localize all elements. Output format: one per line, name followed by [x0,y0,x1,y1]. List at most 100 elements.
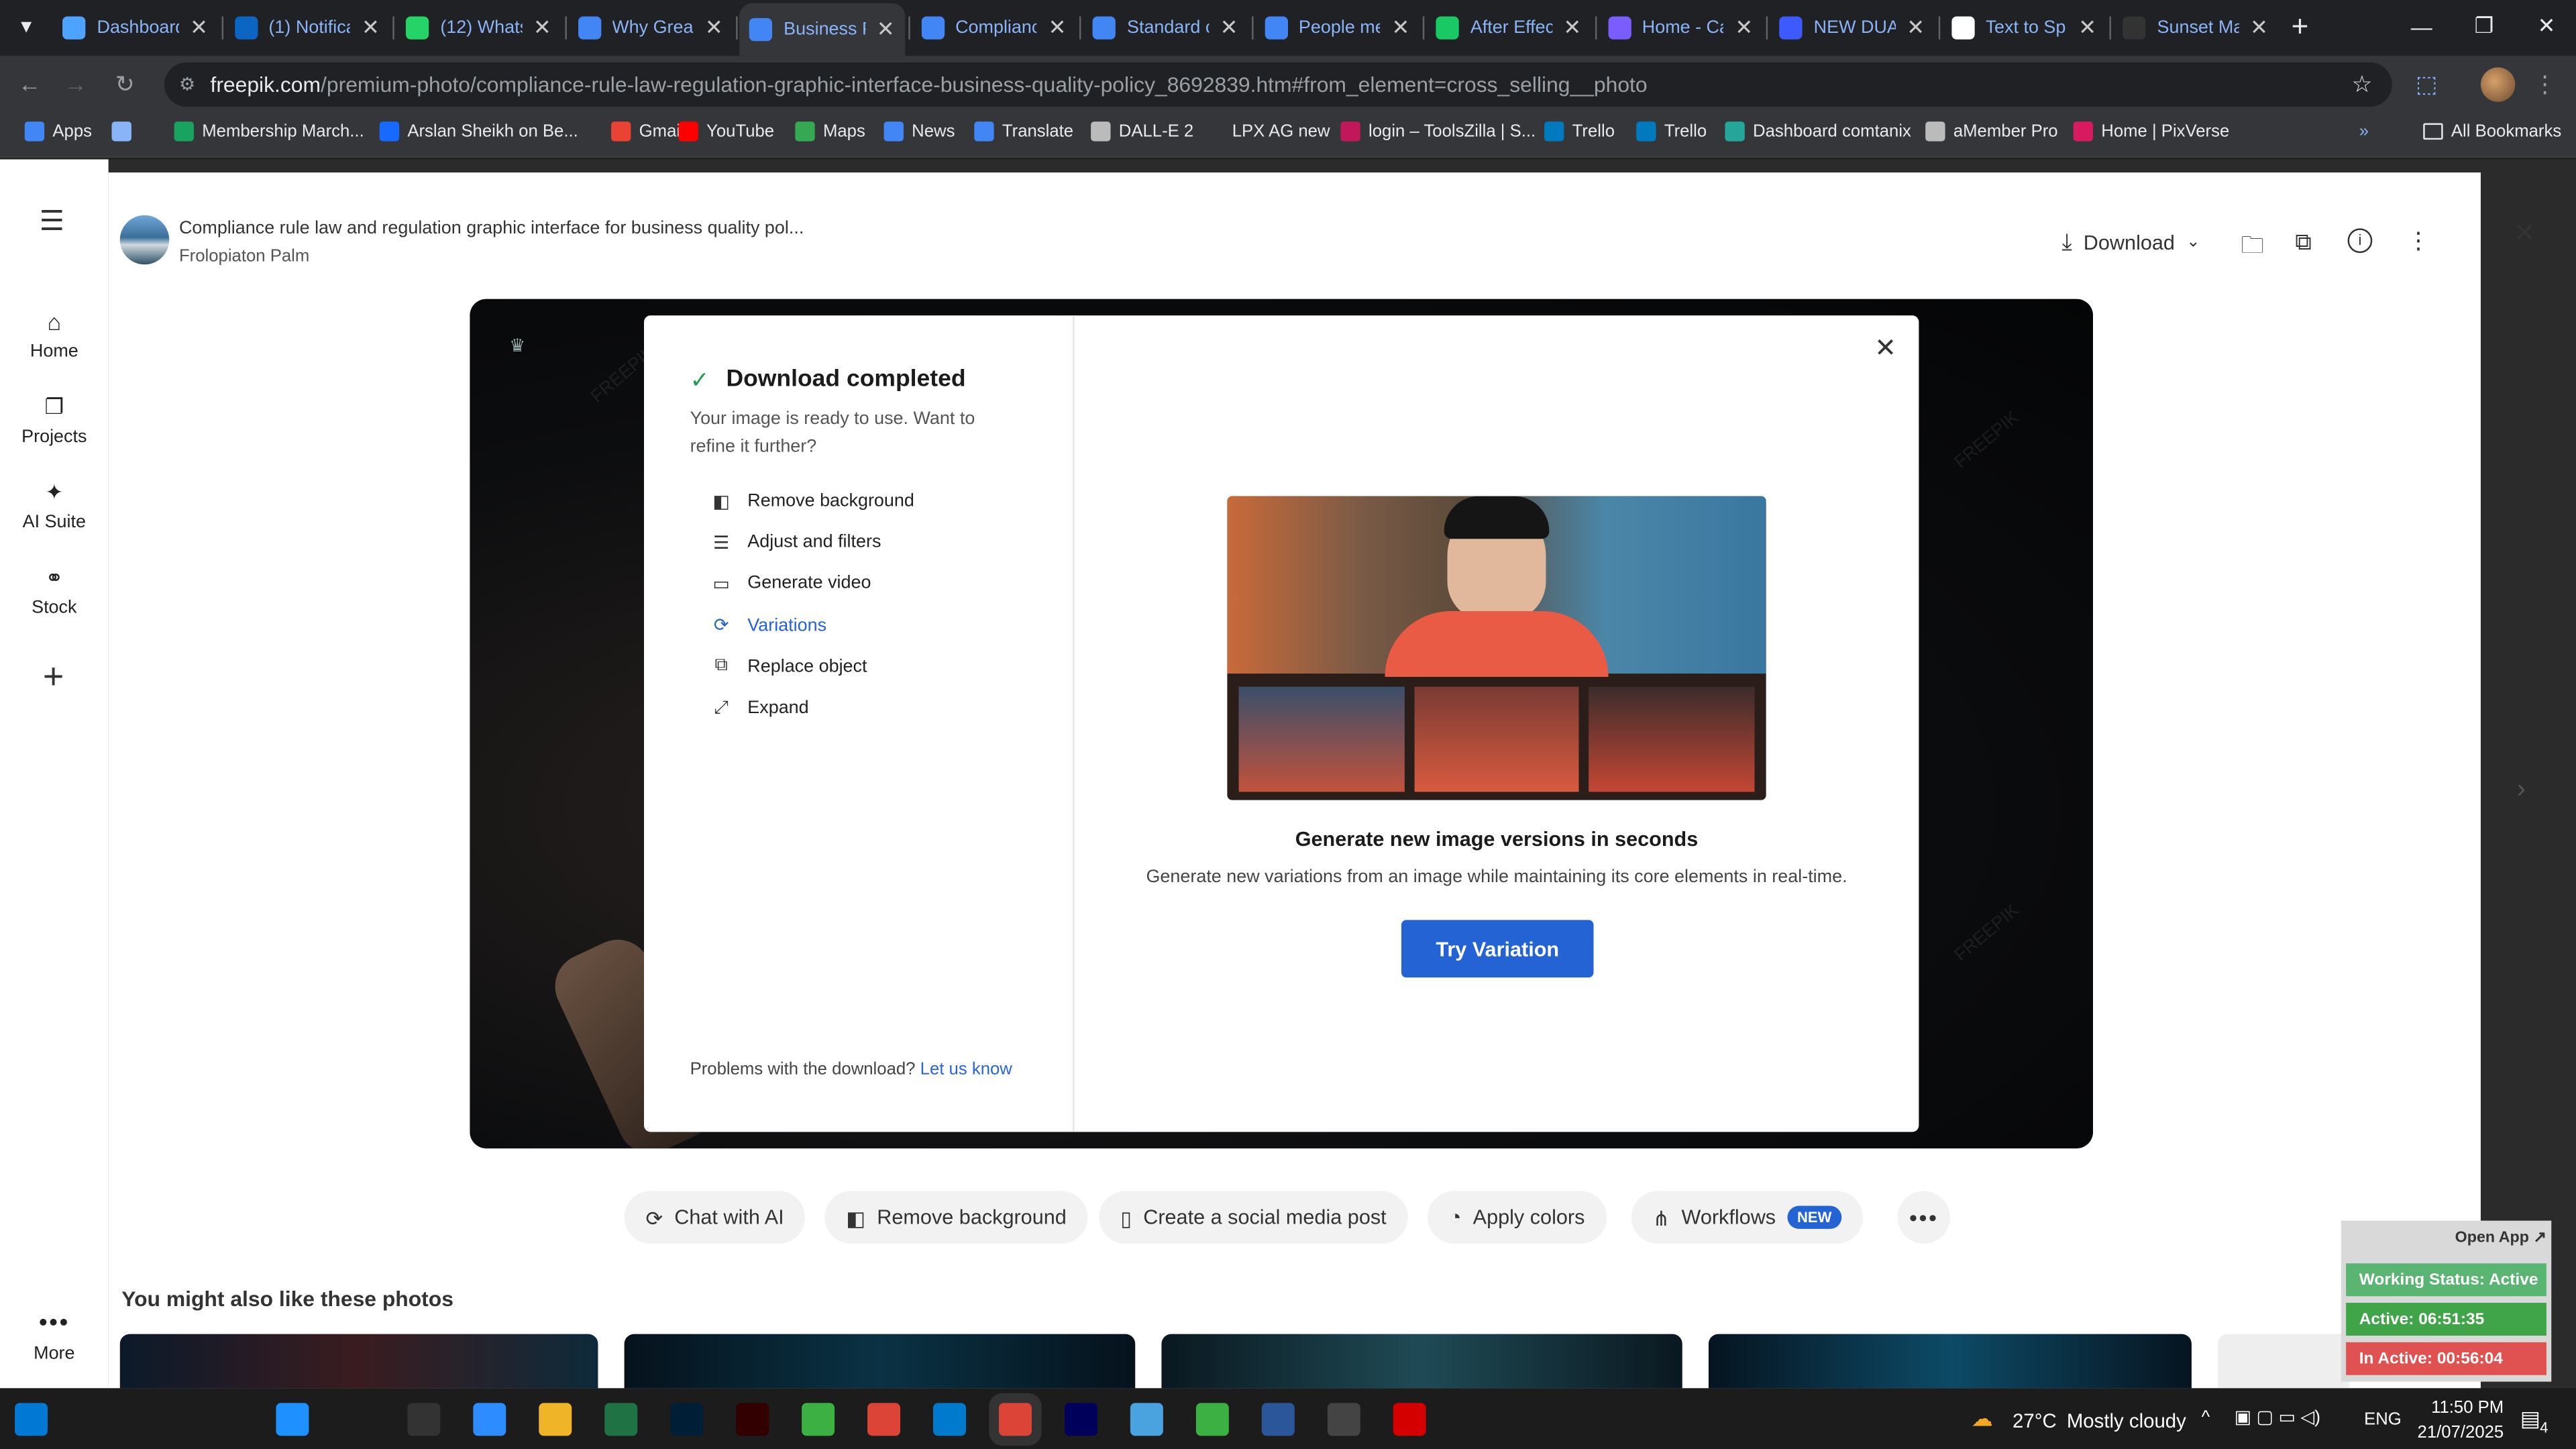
next-image-icon[interactable]: › [2517,775,2526,805]
modal-option[interactable]: ⤢ Expand [710,696,808,719]
address-bar[interactable]: ⚙ freepik.com/premium-photo/compliance-r… [164,62,2392,107]
photoshop-icon[interactable] [670,1403,704,1436]
bookmark-item[interactable]: News [883,121,955,142]
modal-option[interactable]: ☰ Adjust and filters [710,531,881,553]
app-icon[interactable] [1130,1403,1163,1436]
forward-arrow-icon[interactable]: → [58,66,94,102]
folder-icon[interactable]: 🗀 [2241,228,2263,268]
bookmark-star-icon[interactable]: ☆ [2352,70,2373,99]
related-photo-3[interactable] [1161,1334,1682,1389]
related-photo-5[interactable] [2218,1334,2350,1389]
download-button[interactable]: ⤓ Download ⌄ [2061,228,2200,256]
excel-icon[interactable] [604,1403,638,1436]
minimize-button[interactable]: — [2392,0,2451,52]
bookmark-item[interactable]: Trello [1544,121,1615,142]
browser-tab[interactable]: Standard c ✕ [1083,7,1248,50]
close-preview-icon[interactable]: ✕ [2514,217,2536,250]
browser-tab[interactable]: Text to Sp ✕ [1941,7,2106,50]
restore-button[interactable]: ❐ [2455,0,2514,52]
new-tab-button[interactable]: + [2277,0,2323,52]
browser-tab[interactable]: (12) WhatsA ✕ [396,7,561,50]
close-window-button[interactable]: ✕ [2517,0,2576,52]
browser-tab[interactable]: After Effec ✕ [1426,7,1591,50]
remove-background-button[interactable]: ◧ Remove background [824,1191,1088,1244]
zoom-icon[interactable] [473,1403,506,1436]
tab-close-icon[interactable]: ✕ [705,15,723,41]
pen-icon[interactable] [341,1403,375,1436]
tab-close-icon[interactable]: ✕ [1220,15,1238,41]
browser-tab[interactable]: Dashboard ✕ [52,7,217,50]
task-view-icon[interactable] [209,1403,241,1436]
extensions-icon[interactable]: ⬚ [2408,66,2445,102]
tray-chevron-icon[interactable]: ^ [2202,1408,2210,1428]
tab-close-icon[interactable]: ✕ [1049,15,1067,41]
green-app-icon[interactable] [802,1403,835,1436]
browser-tab[interactable]: Complianc ✕ [911,7,1076,50]
bookmark-item[interactable]: Dashboard comtanix [1725,121,1911,142]
reload-icon[interactable]: ↻ [107,66,143,102]
author-avatar[interactable] [119,215,170,265]
bookmarks-overflow-icon[interactable]: » [2359,121,2369,141]
chrome-active-icon[interactable] [998,1403,1032,1436]
browser-tab[interactable]: Home - Ca ✕ [1598,7,1763,50]
related-photo-4[interactable] [1708,1334,2192,1389]
clock-date[interactable]: 21/07/2025 [2405,1423,2504,1442]
tray-icons[interactable]: ▣ ▢ ▭ ◁) [2235,1406,2321,1428]
bookmark-item[interactable]: Translate [974,121,1073,142]
tab-close-icon[interactable]: ✕ [190,15,208,41]
close-modal-icon[interactable]: ✕ [1874,332,1896,365]
open-app-link[interactable]: Open App ↗ [2455,1229,2546,1247]
tab-close-icon[interactable]: ✕ [1563,15,1581,41]
word-icon[interactable] [1261,1403,1295,1436]
terminal-icon[interactable] [407,1403,441,1436]
bookmark-item[interactable]: login – ToolsZilla | S... [1340,121,1536,142]
modal-option[interactable]: ⟳ Variations [710,614,826,637]
bookmark-item[interactable] [111,121,140,142]
tab-close-icon[interactable]: ✕ [1907,15,1925,41]
more-options-icon[interactable]: ⋮ [2407,227,2430,255]
calculator-icon[interactable] [1327,1403,1360,1436]
cortana-icon[interactable] [144,1403,178,1436]
bookmark-item[interactable]: aMember Pro [1925,121,2058,142]
tab-close-icon[interactable]: ✕ [1392,15,1410,41]
author-name[interactable]: Frolopiaton Palm [179,246,309,266]
illustrator-icon[interactable] [736,1403,769,1436]
tab-close-icon[interactable]: ✕ [2250,15,2268,41]
browser-tab[interactable]: (1) Notifica ✕ [224,7,389,50]
notification-icon[interactable]: ▤ [2520,1406,2540,1432]
related-photo-1[interactable] [119,1334,598,1389]
tab-close-icon[interactable]: ✕ [362,15,380,41]
language-indicator[interactable]: ENG [2364,1409,2402,1429]
browser-menu-icon[interactable]: ⋮ [2527,66,2563,102]
let-us-know-link[interactable]: Let us know [920,1060,1012,1079]
explorer-icon[interactable] [539,1403,572,1436]
related-photo-2[interactable] [624,1334,1136,1389]
rail-projects[interactable]: ❐ Projects [0,394,109,447]
all-bookmarks-button[interactable]: All Bookmarks [2423,121,2561,142]
bookmark-item[interactable]: Home | PixVerse [2073,121,2229,142]
browser-tab[interactable]: Business P ✕ [739,3,905,56]
workflows-button[interactable]: ⋔ Workflows NEW [1631,1191,1863,1244]
apply-colors-button[interactable]: ◔ Apply colors [1428,1191,1607,1244]
bookmark-item[interactable]: Apps [24,121,92,142]
rail-home[interactable]: ⌂ Home [0,309,109,361]
green-app-2-icon[interactable] [1195,1403,1229,1436]
start-button[interactable] [15,1403,48,1436]
rail-ai-suite[interactable]: ✦ AI Suite [0,480,109,532]
site-info-icon[interactable]: ⚙ [179,74,195,95]
tab-close-icon[interactable]: ✕ [1735,15,1753,41]
modal-option[interactable]: ⧉ Replace object [710,655,867,678]
add-icon[interactable]: + [33,655,74,696]
more-actions-button[interactable]: ••• [1897,1191,1950,1244]
back-arrow-icon[interactable]: ← [11,66,48,102]
bookmark-item[interactable]: Membership March... [174,121,364,142]
browser-tab[interactable]: NEW DUA ✕ [1770,7,1935,50]
premiere-icon[interactable] [1064,1403,1097,1436]
bookmark-item[interactable]: Gmail [611,121,684,142]
tab-close-icon[interactable]: ✕ [533,15,551,41]
profile-avatar[interactable] [2480,67,2516,102]
tab-close-icon[interactable]: ✕ [2078,15,2096,41]
chat-with-ai-button[interactable]: ⟳ Chat with AI [624,1191,806,1244]
bookmark-item[interactable]: Maps [795,121,865,142]
bookmark-item[interactable]: Trello [1636,121,1707,142]
